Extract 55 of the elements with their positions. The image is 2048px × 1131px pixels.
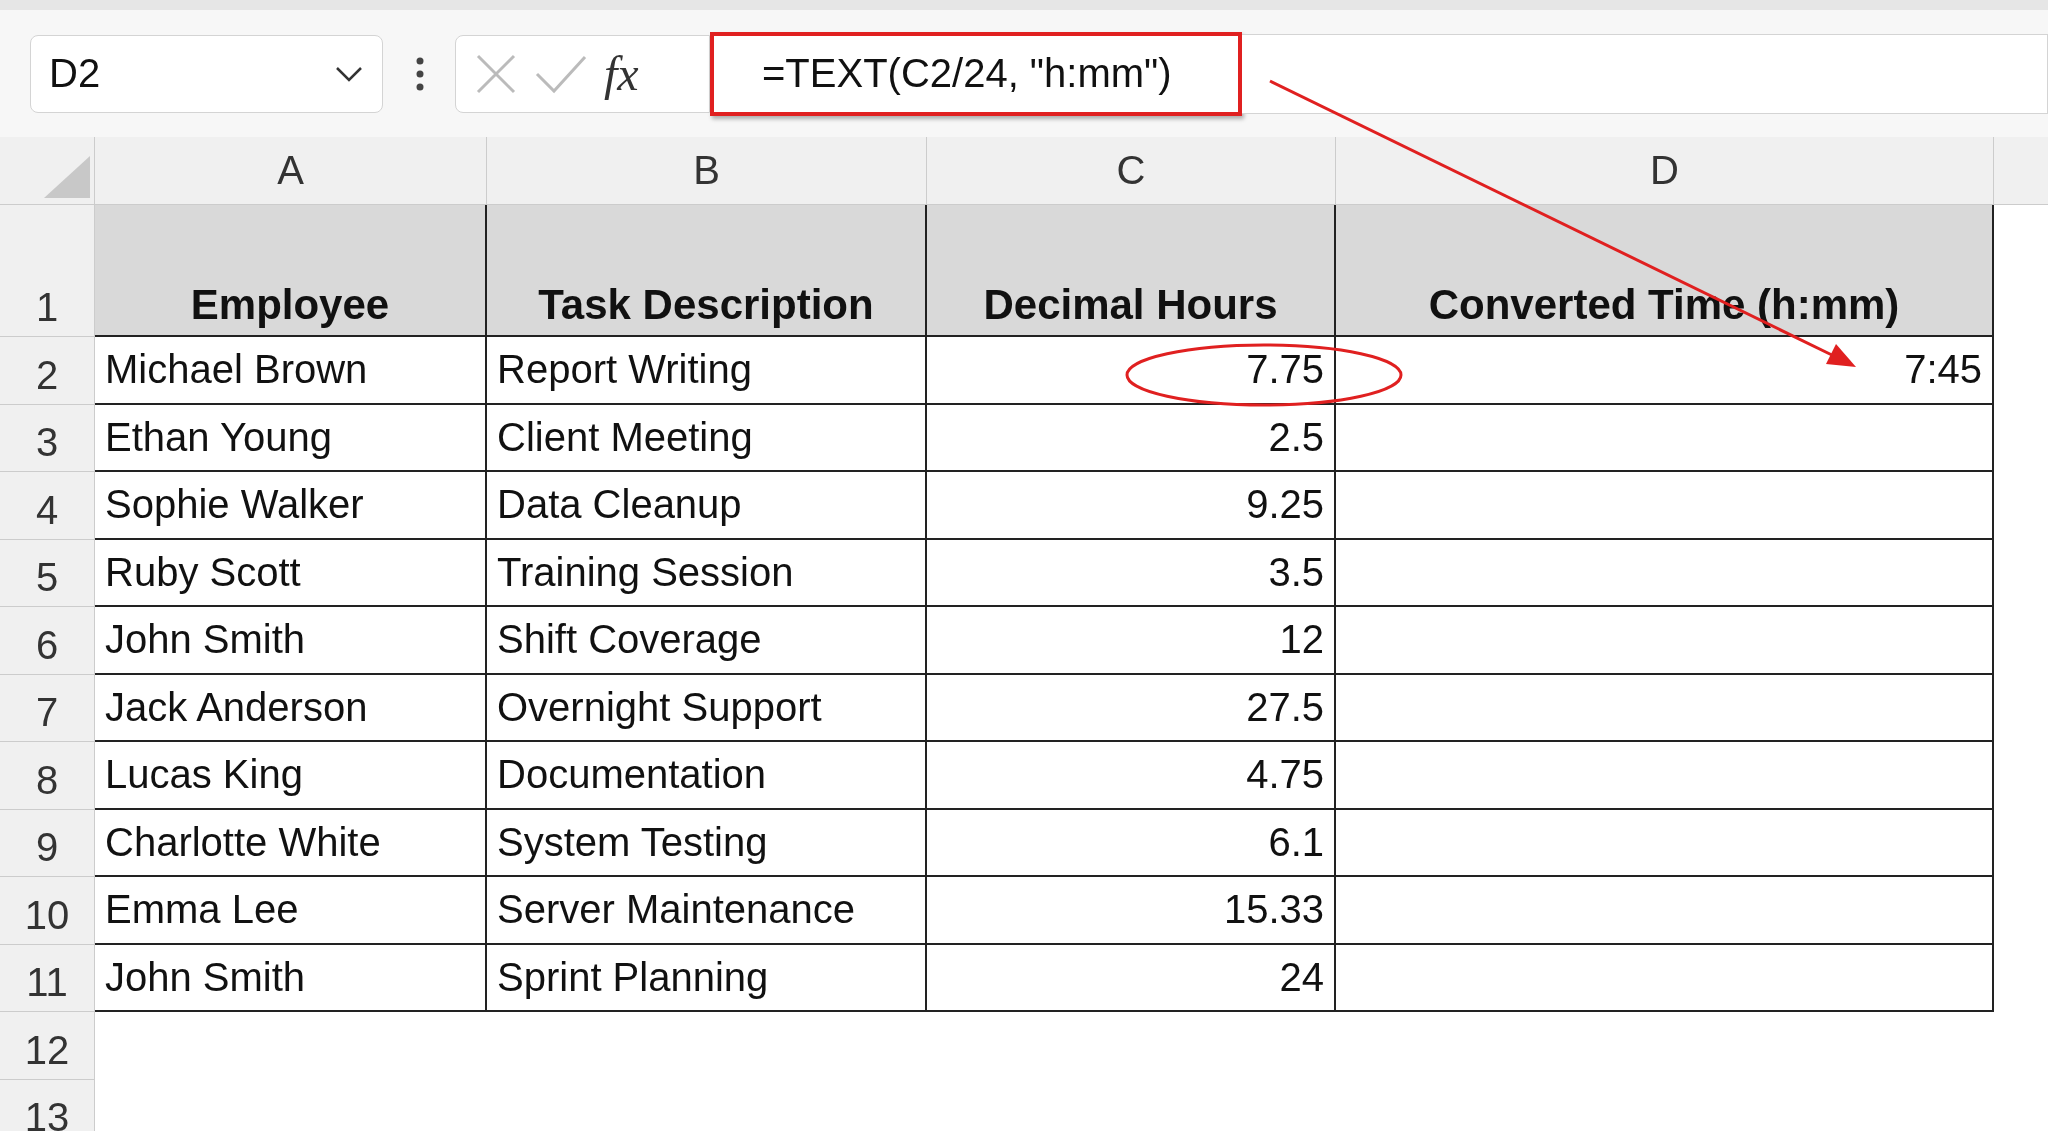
row-number[interactable]: 13 — [0, 1079, 95, 1131]
row-number[interactable]: 6 — [0, 607, 95, 675]
chevron-down-icon — [334, 64, 364, 83]
table-cell: Sophie Walker — [95, 472, 487, 540]
formula-field[interactable]: =TEXT(C2/24, "h:mm") — [710, 31, 1242, 116]
column-header[interactable]: A — [95, 137, 487, 205]
table-cell: 4.75 — [927, 742, 1336, 810]
table-cell: System Testing — [487, 809, 927, 877]
table-cell: Ethan Young — [95, 404, 487, 472]
row-number[interactable]: 5 — [0, 539, 95, 607]
name-box[interactable]: D2 — [30, 34, 383, 113]
table-cell: Data Cleanup — [487, 472, 927, 540]
table-cell: 7.75 — [927, 337, 1336, 405]
header-cell: Decimal Hours — [927, 205, 1336, 337]
table-cell: 12 — [927, 607, 1336, 675]
table-cell: Jack Anderson — [95, 674, 487, 742]
table-cell: Shift Coverage — [487, 607, 927, 675]
column-header[interactable]: B — [487, 137, 927, 205]
table-cell: Overnight Support — [487, 674, 927, 742]
row-number[interactable]: 3 — [0, 404, 95, 472]
select-all-icon[interactable] — [44, 156, 90, 198]
check-icon[interactable] — [534, 53, 588, 94]
header-cell: Converted Time (h:mm) — [1336, 205, 1994, 337]
row-number[interactable]: 8 — [0, 742, 95, 810]
table-cell: 6.1 — [927, 809, 1336, 877]
header-cell: Employee — [95, 205, 487, 337]
table-cell: 15.33 — [927, 877, 1336, 945]
table-cell: Client Meeting — [487, 404, 927, 472]
table-cell: 9.25 — [927, 472, 1336, 540]
row-number[interactable]: 12 — [0, 1012, 95, 1080]
table-cell: 3.5 — [927, 539, 1336, 607]
more-options-icon[interactable] — [415, 56, 425, 91]
table-cell: Lucas King — [95, 742, 487, 810]
insert-function-button[interactable]: fx — [604, 46, 639, 101]
row-number[interactable]: 1 — [0, 205, 95, 337]
row-number[interactable]: 4 — [0, 472, 95, 540]
table-cell: 2.5 — [927, 404, 1336, 472]
table-cell: Training Session — [487, 539, 927, 607]
table-cell: Ruby Scott — [95, 539, 487, 607]
column-header[interactable]: C — [927, 137, 1336, 205]
table-cell: John Smith — [95, 607, 487, 675]
table-cell: Documentation — [487, 742, 927, 810]
table-cell: Server Maintenance — [487, 877, 927, 945]
row-number[interactable]: 2 — [0, 337, 95, 405]
table-cell: 27.5 — [927, 674, 1336, 742]
row-number[interactable]: 7 — [0, 674, 95, 742]
row-number[interactable]: 11 — [0, 944, 95, 1012]
header-cell: Task Description — [487, 205, 927, 337]
row-number[interactable]: 9 — [0, 809, 95, 877]
table-cell: Charlotte White — [95, 809, 487, 877]
table-cell: Michael Brown — [95, 337, 487, 405]
table-cell: Report Writing — [487, 337, 927, 405]
column-header[interactable]: D — [1336, 137, 1994, 205]
row-number[interactable]: 10 — [0, 877, 95, 945]
table-cell: Emma Lee — [95, 877, 487, 945]
